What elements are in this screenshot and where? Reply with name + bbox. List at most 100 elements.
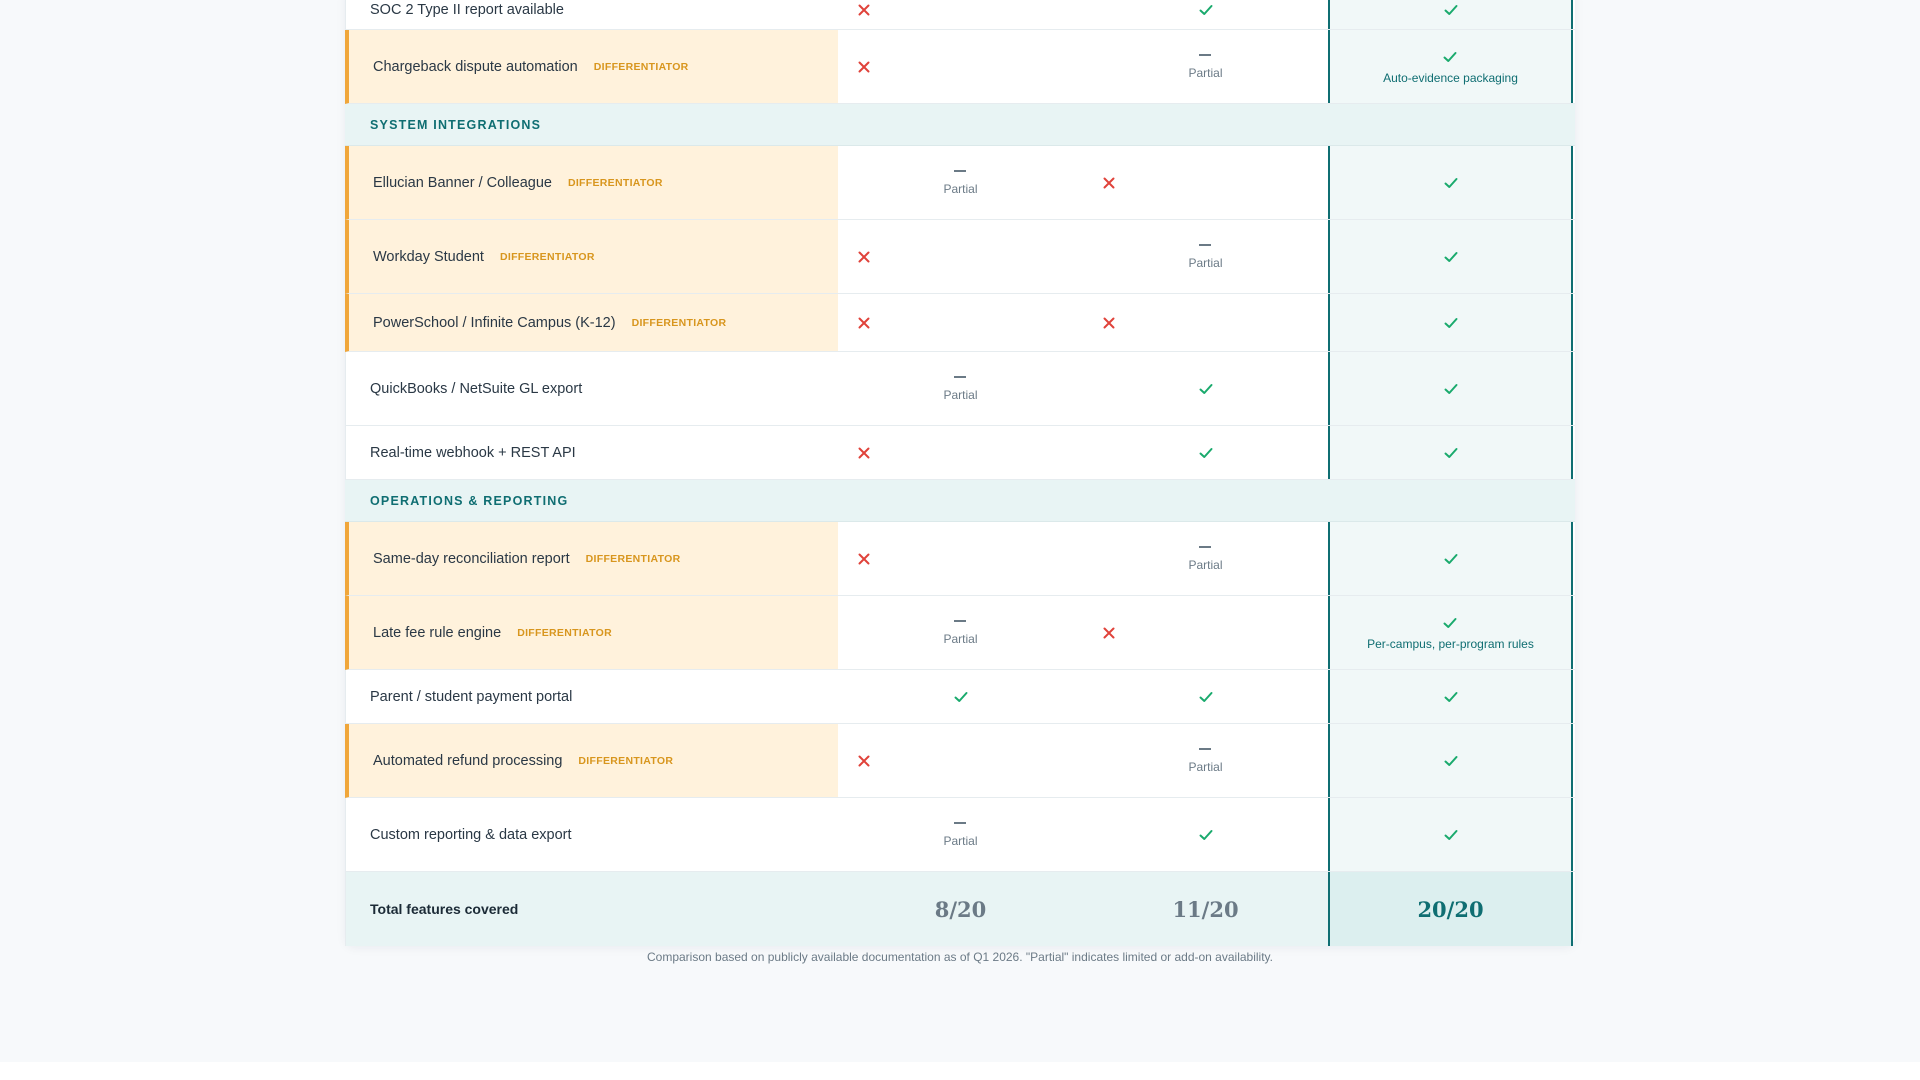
competitor-a-cell: Partial: [838, 352, 1083, 425]
table-row: Automated refund processing DIFFERENTIATO…: [345, 724, 1575, 798]
cross-icon: [1103, 627, 1115, 638]
total-label: Total features covered: [346, 872, 838, 946]
section-header: SYSTEM INTEGRATIONS: [345, 104, 1575, 146]
dash-icon: [954, 821, 967, 824]
status-partial: Partial: [1188, 53, 1223, 80]
feature-label: Late fee rule engine: [373, 624, 502, 641]
competitor-a-cell: [838, 724, 1083, 797]
status-no: [856, 59, 872, 75]
status-no: [1101, 175, 1117, 191]
partial-label: Partial: [1188, 255, 1223, 270]
feature-label: Automated refund processing: [373, 752, 563, 769]
differentiator-badge: DIFFERENTIATOR: [517, 626, 612, 639]
feature-name: Real-time webhook + REST API: [346, 426, 838, 479]
feature-label: Ellucian Banner / Colleague: [373, 174, 552, 191]
dash-icon: [954, 169, 967, 172]
table-row: Parent / student payment portal: [345, 670, 1575, 724]
score-our-product: 20/20: [1417, 896, 1484, 922]
check-icon: [1199, 447, 1212, 458]
check-icon: [954, 691, 967, 702]
competitor-b-cell: [1083, 596, 1328, 669]
partial-label: Partial: [1188, 65, 1223, 80]
our-product-cell: [1328, 670, 1573, 723]
section-header: OPERATIONS & REPORTING: [345, 480, 1575, 522]
differentiator-badge: DIFFERENTIATOR: [585, 552, 681, 565]
cross-icon: [858, 4, 870, 15]
total-competitor-b: 11/20: [1083, 872, 1328, 946]
competitor-b-cell: Partial: [1083, 724, 1328, 797]
feature-name: Ellucian Banner / Colleague DIFFERENTIATO…: [349, 146, 838, 219]
our-product-cell: [1328, 294, 1573, 351]
check-icon: [1199, 383, 1212, 394]
cross-icon: [858, 317, 870, 328]
status-no: [856, 445, 872, 461]
feature-label: Workday Student: [373, 248, 484, 265]
feature-name: Same-day reconciliation report DIFFERENTI…: [349, 522, 838, 595]
table-row: Workday Student DIFFERENTIATOR Partial: [345, 220, 1575, 294]
status-yes: [1443, 2, 1459, 18]
feature-label: Real-time webhook + REST API: [370, 444, 576, 461]
feature-label: Chargeback dispute automation: [373, 58, 578, 75]
differentiator-badge: DIFFERENTIATOR: [631, 316, 727, 329]
footnote: Comparison based on publicly available d…: [647, 950, 1273, 964]
feature-label: Custom reporting & data export: [370, 826, 572, 843]
competitor-b-cell: [1083, 294, 1328, 351]
competitor-a-cell: [838, 0, 1083, 29]
partial-label: Partial: [1188, 557, 1223, 572]
status-note: Per-campus, per-program rules: [1367, 636, 1534, 651]
status-partial: Partial: [943, 619, 978, 646]
status-note: Auto-evidence packaging: [1383, 70, 1518, 85]
partial-label: Partial: [943, 833, 978, 848]
check-icon: [1444, 251, 1457, 262]
partial-label: Partial: [1188, 759, 1223, 774]
our-product-cell: [1328, 352, 1573, 425]
check-icon: [1443, 51, 1457, 62]
status-no: [1101, 315, 1117, 331]
table-row: Chargeback dispute automation DIFFERENTIA…: [345, 30, 1575, 104]
table-row: Ellucian Banner / Colleague DIFFERENTIATO…: [345, 146, 1575, 220]
partial-label: Partial: [943, 387, 978, 402]
status-yes: [1443, 175, 1459, 191]
status-yes: [1443, 827, 1459, 843]
cross-icon: [858, 61, 870, 72]
differentiator-badge: DIFFERENTIATOR: [578, 754, 674, 767]
our-product-cell: [1328, 146, 1573, 219]
status-yes: [1443, 551, 1459, 567]
feature-name: SOC 2 Type II report available: [346, 0, 838, 29]
status-partial: Partial: [1188, 243, 1223, 270]
status-yes: [1443, 381, 1459, 397]
table-row: Same-day reconciliation report DIFFERENTI…: [345, 522, 1575, 596]
competitor-a-cell: Partial: [838, 146, 1083, 219]
dash-icon: [1199, 53, 1212, 56]
status-yes: [953, 689, 969, 705]
competitor-a-cell: Partial: [838, 798, 1083, 871]
check-icon: [1444, 177, 1457, 188]
partial-label: Partial: [943, 631, 978, 646]
feature-label: Parent / student payment portal: [370, 688, 573, 705]
check-icon: [1444, 317, 1457, 328]
differentiator-badge: DIFFERENTIATOR: [567, 176, 663, 189]
competitor-b-cell: Partial: [1083, 220, 1328, 293]
status-no: [856, 753, 872, 769]
feature-name: Workday Student DIFFERENTIATOR: [349, 220, 838, 293]
check-icon: [1444, 4, 1457, 15]
check-icon: [1444, 553, 1457, 564]
table-row: Real-time webhook + REST API: [345, 426, 1575, 480]
check-icon: [1444, 383, 1457, 394]
check-icon: [1199, 829, 1212, 840]
dash-icon: [1199, 747, 1212, 750]
our-product-cell: Per-campus, per-program rules: [1328, 596, 1573, 669]
status-partial: Partial: [1188, 747, 1223, 774]
feature-name: QuickBooks / NetSuite GL export: [346, 352, 838, 425]
feature-name: PowerSchool / Infinite Campus (K-12) DIFF…: [349, 294, 838, 351]
score-competitor-a: 8/20: [934, 896, 987, 922]
feature-name: Late fee rule engine DIFFERENTIATOR: [349, 596, 838, 669]
feature-label: QuickBooks / NetSuite GL export: [370, 380, 583, 397]
status-partial: Partial: [1188, 545, 1223, 572]
our-product-cell: [1328, 522, 1573, 595]
table-row: QuickBooks / NetSuite GL export Partial: [345, 352, 1575, 426]
dash-icon: [1199, 243, 1212, 246]
status-yes: [1198, 689, 1214, 705]
cross-icon: [858, 755, 870, 766]
status-yes: [1443, 753, 1459, 769]
